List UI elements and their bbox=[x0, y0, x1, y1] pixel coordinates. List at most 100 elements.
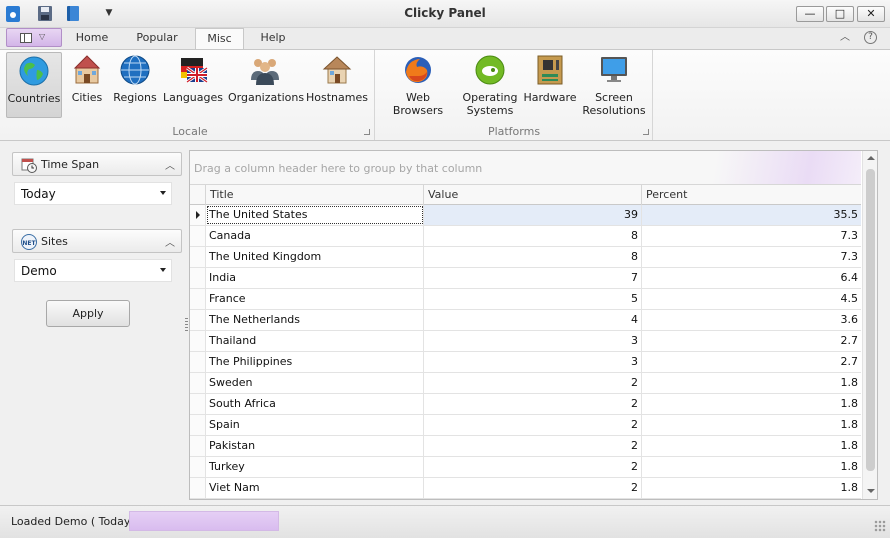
cell-value[interactable]: 7 bbox=[424, 268, 642, 288]
cell-percent[interactable]: 2.7 bbox=[642, 352, 861, 372]
scroll-up-icon[interactable] bbox=[867, 156, 875, 160]
application-menu-button[interactable]: ▽ bbox=[6, 28, 62, 47]
cell-title[interactable]: Thailand bbox=[206, 331, 424, 351]
row-indicator[interactable] bbox=[190, 310, 206, 330]
cell-value[interactable]: 8 bbox=[424, 226, 642, 246]
dialog-launcher-icon[interactable] bbox=[643, 129, 649, 135]
table-row[interactable]: France 5 4.5 bbox=[190, 289, 861, 310]
cell-title[interactable]: The Netherlands bbox=[206, 310, 424, 330]
ribbon-button-hardware[interactable]: Hardware bbox=[522, 52, 578, 118]
cell-percent[interactable]: 1.8 bbox=[642, 457, 861, 477]
ribbon-button-organizations[interactable]: Organizations bbox=[228, 52, 304, 118]
sites-header[interactable]: NET Sites ︿ bbox=[12, 229, 182, 253]
cell-percent[interactable]: 6.4 bbox=[642, 268, 861, 288]
table-row[interactable]: Canada 8 7.3 bbox=[190, 226, 861, 247]
table-row[interactable]: Sweden 2 1.8 bbox=[190, 373, 861, 394]
table-row[interactable]: South Africa 2 1.8 bbox=[190, 394, 861, 415]
cell-value[interactable]: 8 bbox=[424, 247, 642, 267]
tab-home[interactable]: Home bbox=[66, 28, 118, 49]
column-header-title[interactable]: Title bbox=[206, 185, 424, 205]
group-by-panel[interactable]: Drag a column header here to group by th… bbox=[190, 151, 861, 185]
cell-percent[interactable]: 7.3 bbox=[642, 247, 861, 267]
ribbon-button-languages[interactable]: Languages bbox=[162, 52, 224, 118]
scroll-thumb[interactable] bbox=[866, 169, 875, 471]
cell-title[interactable]: Pakistan bbox=[206, 436, 424, 456]
cell-title[interactable]: Turkey bbox=[206, 457, 424, 477]
minimize-button[interactable]: — bbox=[796, 6, 824, 22]
cell-percent[interactable]: 1.8 bbox=[642, 373, 861, 393]
ribbon-button-operating-systems[interactable]: Operating Systems bbox=[460, 52, 520, 118]
panel-splitter-handle[interactable] bbox=[185, 318, 188, 332]
row-indicator[interactable] bbox=[190, 478, 206, 498]
cell-value[interactable]: 5 bbox=[424, 289, 642, 309]
row-indicator[interactable] bbox=[190, 226, 206, 246]
cell-value[interactable]: 2 bbox=[424, 373, 642, 393]
column-header-value[interactable]: Value bbox=[424, 185, 642, 205]
ribbon-button-regions[interactable]: Regions bbox=[112, 52, 158, 118]
cell-value[interactable]: 2 bbox=[424, 394, 642, 414]
row-indicator[interactable] bbox=[190, 268, 206, 288]
cell-value[interactable]: 39 bbox=[424, 205, 642, 225]
sites-select[interactable]: Demo bbox=[14, 259, 172, 282]
tab-misc[interactable]: Misc bbox=[195, 28, 244, 49]
ribbon-button-cities[interactable]: Cities bbox=[66, 52, 108, 118]
row-selector-arrow-icon[interactable] bbox=[190, 205, 206, 225]
cell-value[interactable]: 4 bbox=[424, 310, 642, 330]
row-indicator[interactable] bbox=[190, 457, 206, 477]
ribbon-button-countries[interactable]: Countries bbox=[6, 52, 62, 118]
cell-title[interactable]: The United Kingdom bbox=[206, 247, 424, 267]
table-row[interactable]: Thailand 3 2.7 bbox=[190, 331, 861, 352]
dropdown-arrow-icon[interactable] bbox=[160, 268, 166, 272]
maximize-button[interactable]: □ bbox=[826, 6, 854, 22]
time-span-select[interactable]: Today bbox=[14, 182, 172, 205]
cell-title[interactable]: The United States bbox=[206, 205, 424, 225]
row-indicator[interactable] bbox=[190, 394, 206, 414]
tab-popular[interactable]: Popular bbox=[129, 28, 185, 49]
resize-grip[interactable] bbox=[874, 520, 886, 532]
vertical-scrollbar[interactable] bbox=[862, 151, 877, 499]
collapse-ribbon-icon[interactable]: ︿ bbox=[838, 32, 852, 44]
apply-button[interactable]: Apply bbox=[46, 300, 130, 327]
cell-title[interactable]: South Africa bbox=[206, 394, 424, 414]
cell-title[interactable]: France bbox=[206, 289, 424, 309]
cell-title[interactable]: Sweden bbox=[206, 373, 424, 393]
cell-title[interactable]: India bbox=[206, 268, 424, 288]
cell-title[interactable]: Canada bbox=[206, 226, 424, 246]
cell-percent[interactable]: 7.3 bbox=[642, 226, 861, 246]
column-header-percent[interactable]: Percent bbox=[642, 185, 861, 205]
row-indicator[interactable] bbox=[190, 247, 206, 267]
row-indicator[interactable] bbox=[190, 289, 206, 309]
cell-title[interactable]: The Philippines bbox=[206, 352, 424, 372]
cell-title[interactable]: Viet Nam bbox=[206, 478, 424, 498]
cell-title[interactable]: Spain bbox=[206, 415, 424, 435]
table-row[interactable]: Pakistan 2 1.8 bbox=[190, 436, 861, 457]
cell-value[interactable]: 2 bbox=[424, 436, 642, 456]
help-icon[interactable]: ? bbox=[864, 31, 877, 44]
cell-percent[interactable]: 1.8 bbox=[642, 436, 861, 456]
cell-value[interactable]: 3 bbox=[424, 352, 642, 372]
table-row[interactable]: The United States 39 35.5 bbox=[190, 205, 861, 226]
row-indicator[interactable] bbox=[190, 352, 206, 372]
dialog-launcher-icon[interactable] bbox=[364, 129, 370, 135]
cell-percent[interactable]: 3.6 bbox=[642, 310, 861, 330]
cell-percent[interactable]: 1.8 bbox=[642, 415, 861, 435]
table-row[interactable]: Turkey 2 1.8 bbox=[190, 457, 861, 478]
table-row[interactable]: Viet Nam 2 1.8 bbox=[190, 478, 861, 499]
cell-value[interactable]: 3 bbox=[424, 331, 642, 351]
row-indicator[interactable] bbox=[190, 331, 206, 351]
cell-value[interactable]: 2 bbox=[424, 457, 642, 477]
close-button[interactable]: ✕ bbox=[857, 6, 885, 22]
cell-percent[interactable]: 1.8 bbox=[642, 394, 861, 414]
table-row[interactable]: The Netherlands 4 3.6 bbox=[190, 310, 861, 331]
ribbon-button-hostnames[interactable]: Hostnames bbox=[306, 52, 368, 118]
cell-percent[interactable]: 1.8 bbox=[642, 478, 861, 498]
row-indicator[interactable] bbox=[190, 373, 206, 393]
cell-value[interactable]: 2 bbox=[424, 415, 642, 435]
time-span-header[interactable]: Time Span ︿ bbox=[12, 152, 182, 176]
row-indicator[interactable] bbox=[190, 436, 206, 456]
table-row[interactable]: India 7 6.4 bbox=[190, 268, 861, 289]
scroll-down-icon[interactable] bbox=[867, 489, 875, 493]
row-indicator[interactable] bbox=[190, 415, 206, 435]
cell-percent[interactable]: 35.5 bbox=[642, 205, 861, 225]
tab-help[interactable]: Help bbox=[250, 28, 296, 49]
